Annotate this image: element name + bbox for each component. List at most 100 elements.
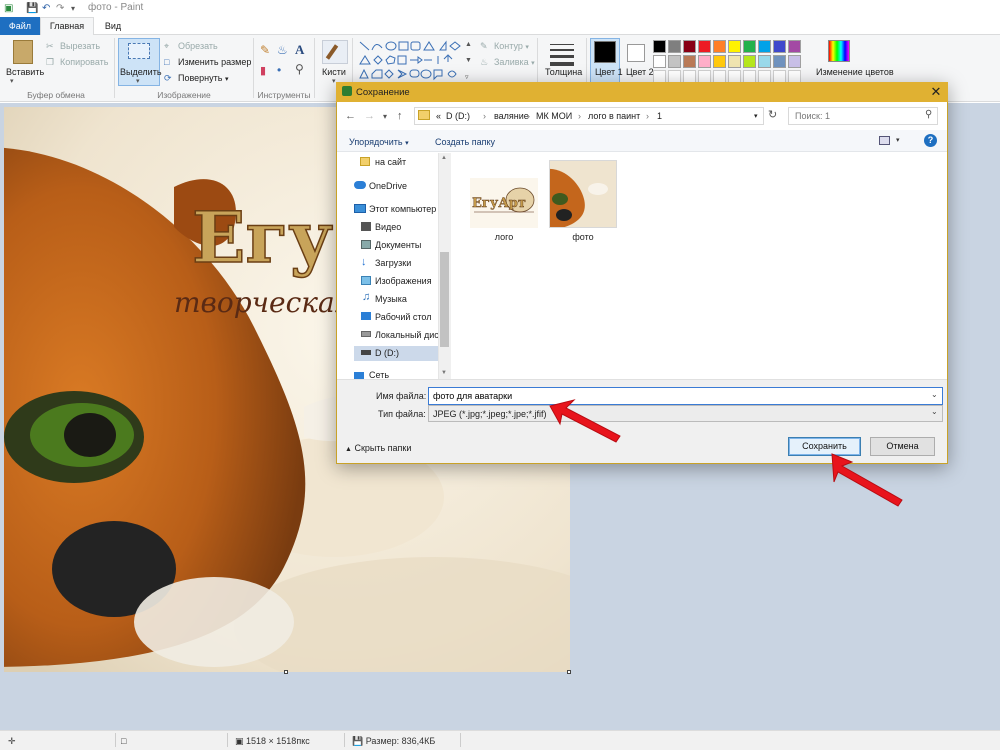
- palette-swatch[interactable]: [773, 40, 786, 53]
- palette-swatch[interactable]: [788, 55, 801, 68]
- color-picker-icon[interactable]: •: [277, 63, 281, 77]
- undo-icon[interactable]: ↶: [42, 3, 50, 14]
- palette-swatch[interactable]: [743, 40, 756, 53]
- filename-input[interactable]: [428, 387, 943, 405]
- palette-swatch[interactable]: [743, 55, 756, 68]
- canvas-resize-handle[interactable]: [284, 670, 288, 674]
- new-folder-button[interactable]: Создать папку: [435, 137, 495, 147]
- size-icon[interactable]: [550, 41, 574, 66]
- help-icon[interactable]: ?: [924, 134, 937, 147]
- hide-folders-button[interactable]: ▲ Скрыть папки: [345, 443, 411, 453]
- filetype-label: Тип файла:: [378, 409, 426, 419]
- refresh-icon[interactable]: ↻: [768, 108, 777, 121]
- tools-group-label: Инструменты: [257, 90, 311, 100]
- nav-item-music[interactable]: Музыка: [375, 294, 407, 304]
- edit-colors-button[interactable]: Изменение цветов: [816, 67, 894, 77]
- text-tool-icon[interactable]: A: [295, 42, 304, 58]
- nav-item-video[interactable]: Видео: [375, 222, 401, 232]
- breadcrumb-item[interactable]: 1: [657, 111, 662, 121]
- nav-item-this-pc[interactable]: Этот компьютер: [369, 204, 436, 214]
- magnifier-icon[interactable]: ⚲: [295, 62, 304, 76]
- nav-item-documents[interactable]: Документы: [375, 240, 421, 250]
- dialog-titlebar[interactable]: [336, 82, 948, 102]
- file-name-photo[interactable]: фото: [549, 232, 617, 242]
- breadcrumb-overflow[interactable]: «: [436, 111, 441, 121]
- palette-swatch[interactable]: [683, 40, 696, 53]
- view-options-icon[interactable]: [879, 136, 890, 145]
- nav-item-na-sait[interactable]: на сайт: [375, 157, 406, 167]
- size-button[interactable]: Толщина: [545, 67, 582, 77]
- rotate-button[interactable]: ⟳ Повернуть ▾: [164, 73, 228, 84]
- tab-home[interactable]: Главная: [40, 17, 94, 36]
- nav-item-local-disk[interactable]: Локальный дис: [375, 330, 439, 340]
- filetype-dropdown-icon[interactable]: ⌄: [931, 407, 938, 416]
- canvas-resize-handle[interactable]: [567, 670, 571, 674]
- palette-swatch[interactable]: [713, 40, 726, 53]
- nav-item-onedrive[interactable]: OneDrive: [369, 181, 407, 191]
- scroll-up-icon[interactable]: ▲: [441, 155, 447, 161]
- nav-item-d-drive[interactable]: D (D:): [375, 348, 399, 358]
- palette-swatch[interactable]: [698, 55, 711, 68]
- palette-swatch[interactable]: [758, 55, 771, 68]
- tab-file[interactable]: Файл: [0, 17, 40, 35]
- save-quick-icon[interactable]: 💾: [26, 3, 38, 14]
- palette-swatch[interactable]: [728, 40, 741, 53]
- breadcrumb-item[interactable]: D (D:): [446, 111, 470, 121]
- nav-item-network[interactable]: Сеть: [369, 370, 389, 379]
- palette-swatch[interactable]: [683, 55, 696, 68]
- palette-swatch[interactable]: [788, 40, 801, 53]
- nav-item-downloads[interactable]: Загрузки: [375, 258, 411, 268]
- shapes-gallery[interactable]: [358, 40, 462, 84]
- recent-dropdown-icon[interactable]: ▾: [383, 112, 387, 121]
- quick-access-dropdown-icon[interactable]: ▾: [71, 3, 75, 14]
- resize-button[interactable]: □ Изменить размер: [164, 57, 251, 68]
- palette-swatch[interactable]: [668, 55, 681, 68]
- breadcrumb-item[interactable]: МК МОИ: [536, 111, 572, 121]
- file-name-logo[interactable]: лого: [470, 232, 538, 242]
- paste-icon[interactable]: [13, 40, 33, 64]
- view-dropdown-icon[interactable]: ▾: [896, 136, 900, 144]
- breadcrumb-item[interactable]: лого в паинт: [588, 111, 640, 121]
- scroll-down-icon[interactable]: ▼: [441, 370, 447, 376]
- back-arrow-icon[interactable]: ←: [345, 110, 356, 122]
- outline-button[interactable]: ✎ Контур ▾: [480, 41, 529, 52]
- palette-swatch[interactable]: [653, 55, 666, 68]
- fill-icon[interactable]: ♨: [277, 43, 288, 57]
- organize-button[interactable]: Упорядочить ▾: [349, 137, 409, 147]
- nav-scrollbar-thumb[interactable]: [440, 252, 449, 347]
- color2-swatch[interactable]: [627, 44, 645, 62]
- breadcrumb-item[interactable]: валяние: [494, 111, 529, 121]
- filetype-select[interactable]: JPEG (*.jpg;*.jpeg;*.jpe;*.jfif): [428, 405, 943, 422]
- dialog-close-button[interactable]: ✕: [926, 84, 946, 100]
- shapes-expand-icon[interactable]: ▿: [465, 73, 469, 81]
- cut-button[interactable]: ✂ Вырезать: [46, 41, 100, 52]
- palette-swatch[interactable]: [728, 55, 741, 68]
- palette-swatch[interactable]: [653, 40, 666, 53]
- up-arrow-icon[interactable]: ↑: [397, 110, 403, 122]
- palette-swatch[interactable]: [713, 55, 726, 68]
- tab-view[interactable]: Вид: [96, 17, 130, 35]
- forward-arrow-icon[interactable]: →: [364, 110, 375, 122]
- filename-dropdown-icon[interactable]: ⌄: [931, 390, 938, 399]
- redo-icon[interactable]: ↷: [56, 3, 64, 14]
- shapes-scroll-up-icon[interactable]: ▲: [465, 41, 472, 48]
- copy-button[interactable]: ❐ Копировать: [46, 57, 108, 68]
- fill-shape-button[interactable]: ♨ Заливка ▾: [480, 57, 535, 68]
- paste-dropdown-icon[interactable]: ▾: [10, 77, 14, 85]
- palette-swatch[interactable]: [698, 40, 711, 53]
- nav-item-pictures[interactable]: Изображения: [375, 276, 432, 286]
- shapes-scroll-down-icon[interactable]: ▼: [465, 57, 472, 64]
- palette-swatch[interactable]: [773, 55, 786, 68]
- nav-item-desktop[interactable]: Рабочий стол: [375, 312, 432, 322]
- paste-button[interactable]: Вставить: [6, 67, 44, 77]
- file-thumbnail-photo[interactable]: [549, 160, 617, 228]
- crop-button[interactable]: ⌖ Обрезать: [164, 41, 218, 52]
- eraser-icon[interactable]: ▮: [260, 64, 266, 77]
- palette-swatch[interactable]: [668, 40, 681, 53]
- pencil-icon[interactable]: ✎: [260, 43, 270, 57]
- brushes-button[interactable]: Кисти: [322, 67, 346, 77]
- file-thumbnail-logo[interactable]: ЕгуАрт: [470, 160, 538, 228]
- address-dropdown-icon[interactable]: ▾: [754, 112, 758, 120]
- palette-swatch[interactable]: [758, 40, 771, 53]
- edit-colors-icon[interactable]: [828, 40, 850, 62]
